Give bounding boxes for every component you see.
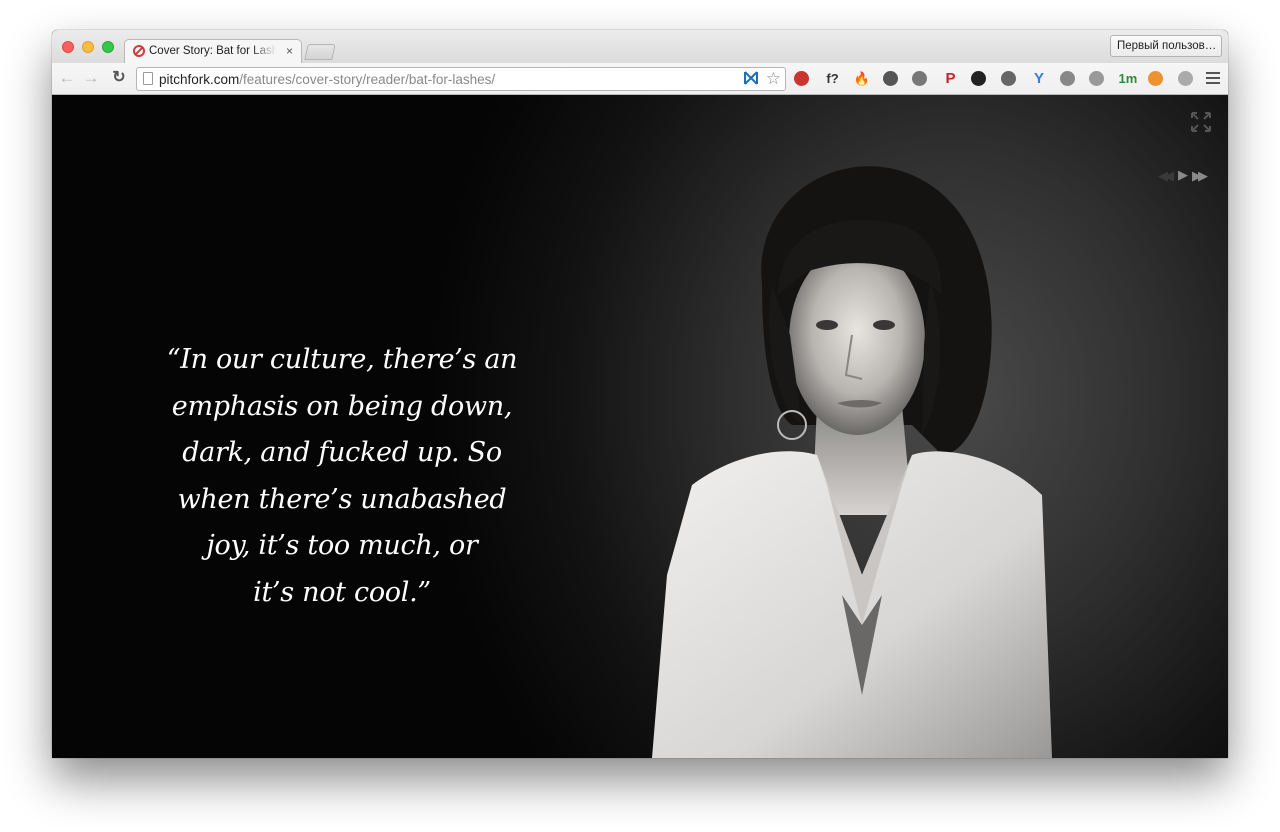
reader-icon[interactable] (1089, 71, 1104, 86)
zoom-window-button[interactable] (102, 41, 114, 53)
reload-icon[interactable]: ↻ (110, 69, 128, 87)
url-host: pitchfork.com (159, 72, 240, 87)
bookmark-extension-icon[interactable] (743, 71, 759, 87)
tab-title: Cover Story: Bat for Lashes (149, 45, 277, 57)
analytics-icon[interactable] (1148, 71, 1163, 86)
camera-icon[interactable] (971, 71, 986, 86)
url-text[interactable]: pitchfork.com/features/cover-story/reade… (159, 72, 495, 87)
quote-line: emphasis on being down, (171, 390, 513, 422)
quote-line: joy, it’s too much, or (206, 530, 478, 561)
bookmark-star-icon[interactable]: ☆ (766, 69, 781, 89)
cover-story-page: “In our culture, there’s an emphasis on … (52, 95, 1228, 758)
yandex-icon[interactable]: Y (1030, 70, 1048, 88)
fire-icon[interactable]: 🔥 (853, 70, 871, 88)
profile-button[interactable]: Первый пользов… (1110, 35, 1222, 57)
eyedropper-icon[interactable] (1000, 71, 1016, 86)
tab-cover-story[interactable]: Cover Story: Bat for Lashes × (124, 39, 302, 64)
new-tab-button[interactable] (304, 44, 336, 60)
sync-icon[interactable] (1059, 71, 1075, 86)
pitchfork-favicon-icon (133, 45, 145, 57)
pull-quote: “In our culture, there’s an emphasis on … (162, 337, 522, 616)
paw-icon[interactable] (1177, 71, 1193, 86)
tab-bar: Cover Story: Bat for Lashes × Первый пол… (52, 30, 1228, 64)
pinterest-icon[interactable]: P (942, 70, 960, 88)
expand-icon[interactable] (1190, 111, 1212, 133)
close-window-button[interactable] (62, 41, 74, 53)
font-icon[interactable]: f? (824, 70, 842, 88)
quote-line: “In our culture, there’s an (166, 344, 518, 375)
fast-forward-icon[interactable]: ▶▶ (1192, 168, 1208, 184)
adblock-icon[interactable] (794, 71, 809, 86)
browser-window: Cover Story: Bat for Lashes × Первый пол… (52, 30, 1228, 758)
pocket-icon[interactable] (912, 71, 927, 86)
evernote-icon[interactable] (882, 71, 898, 86)
menu-icon[interactable] (1206, 72, 1220, 87)
forward-arrow-icon[interactable]: → (82, 69, 100, 87)
tab-close-icon[interactable]: × (286, 43, 293, 59)
quote-line: dark, and fucked up. So (182, 437, 502, 468)
timer-icon[interactable]: 1m (1119, 70, 1138, 88)
quote-line: when there’s unabashed (177, 483, 507, 515)
back-arrow-icon[interactable]: ← (58, 69, 76, 87)
portrait-photo (652, 166, 1052, 758)
browser-toolbar: ← → ↻ pitchfork.com/features/cover-story… (52, 63, 1228, 95)
url-path: /features/cover-story/reader/bat-for-las… (239, 72, 496, 87)
rewind-icon[interactable]: ◀◀ (1158, 168, 1174, 184)
quote-line: it’s not cool.” (253, 576, 431, 608)
page-icon (143, 72, 153, 85)
address-bar[interactable]: pitchfork.com/features/cover-story/reade… (136, 67, 786, 91)
minimize-window-button[interactable] (82, 41, 94, 53)
play-icon[interactable]: ▶ (1178, 167, 1188, 183)
